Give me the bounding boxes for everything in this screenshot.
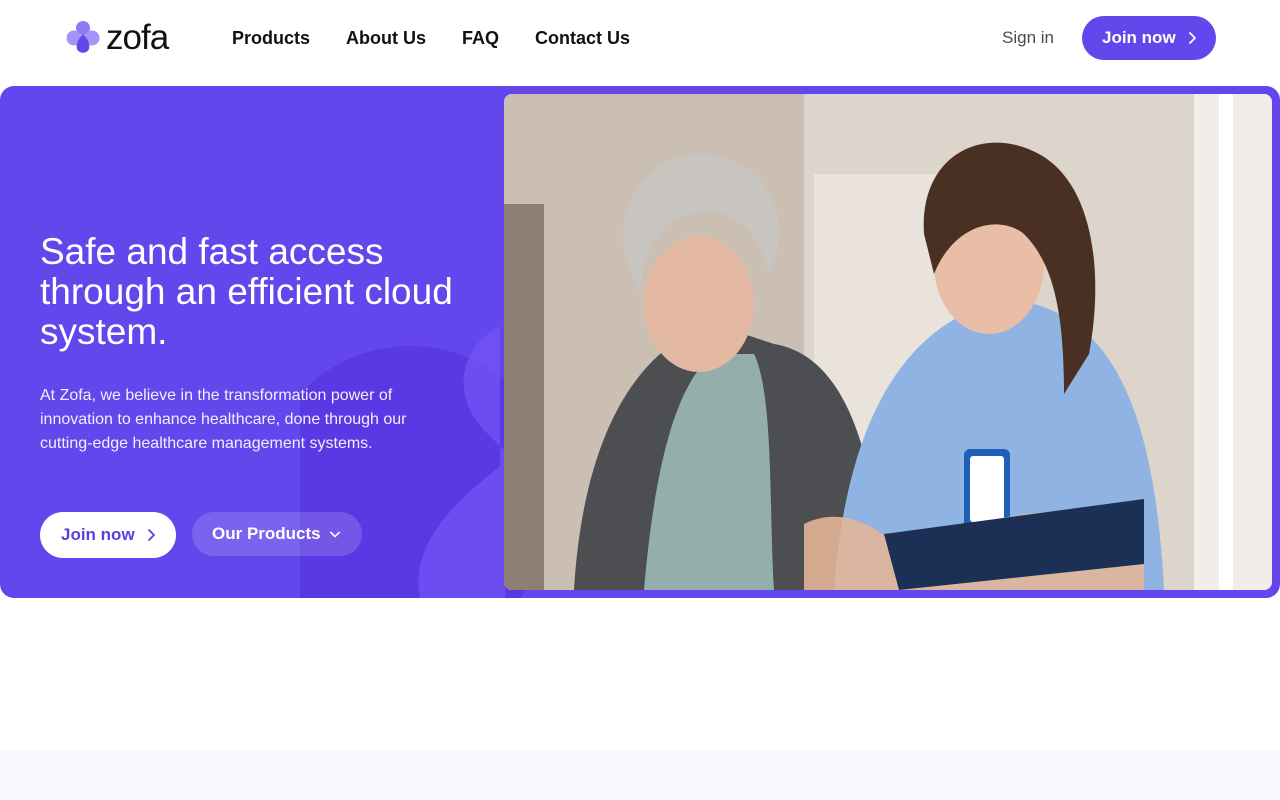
zofa-logo-icon xyxy=(66,21,100,53)
next-section-band xyxy=(0,750,1280,800)
header-join-now-label: Join now xyxy=(1102,28,1176,47)
hero-join-now-label: Join now xyxy=(61,525,135,544)
brand-name: zofa xyxy=(106,18,169,57)
hero-description: At Zofa, we believe in the transformatio… xyxy=(40,387,407,452)
our-products-label: Our Products xyxy=(212,524,321,543)
hero-title: Safe and fast access through an efficien… xyxy=(40,231,453,352)
brand-logo[interactable]: zofa xyxy=(66,18,169,57)
header-join-now-button[interactable]: Join now xyxy=(1082,16,1216,60)
our-products-dropdown-button[interactable]: Our Products xyxy=(192,512,362,556)
chevron-right-icon xyxy=(1188,32,1196,44)
sign-in-link[interactable]: Sign in xyxy=(1002,28,1054,48)
nav-item-products[interactable]: Products xyxy=(232,26,310,50)
hero-join-now-button[interactable]: Join now xyxy=(40,512,176,558)
chevron-down-icon xyxy=(329,531,340,538)
chevron-right-icon xyxy=(147,529,155,541)
hero-photo xyxy=(504,94,1272,590)
hero-photo-illustration xyxy=(504,94,1272,590)
site-header: zofa Products About Us FAQ Contact Us Si… xyxy=(0,0,1280,76)
nav-item-contact-us[interactable]: Contact Us xyxy=(535,26,630,50)
hero-section: Safe and fast access through an efficien… xyxy=(0,86,1280,598)
nav-item-about-us[interactable]: About Us xyxy=(346,26,426,50)
main-nav: Products About Us FAQ Contact Us xyxy=(232,26,666,50)
nav-item-faq[interactable]: FAQ xyxy=(462,26,499,50)
